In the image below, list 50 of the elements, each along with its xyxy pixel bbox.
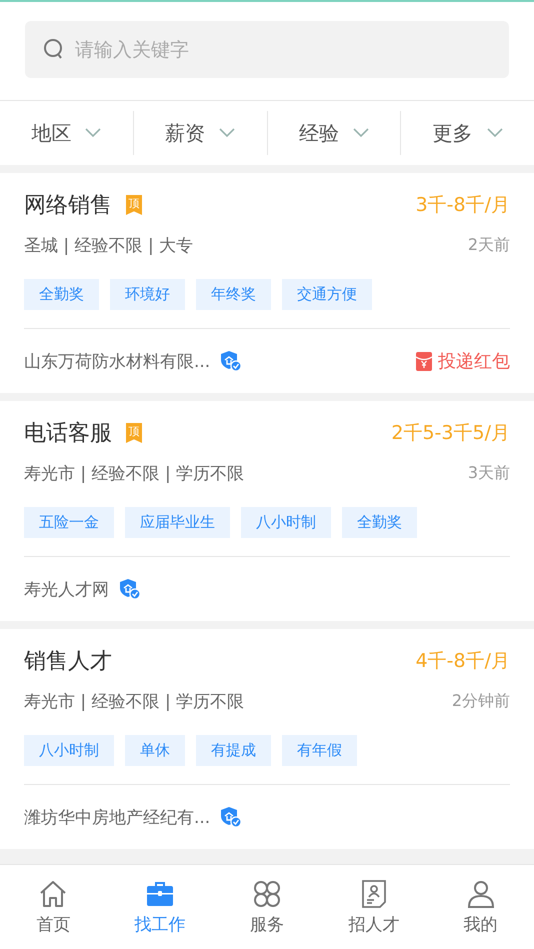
filter-dropdown[interactable]: 经验: [268, 111, 402, 155]
salary: 2千5-3千5/月: [391, 421, 510, 446]
nav-tab[interactable]: 服务: [214, 865, 320, 949]
post-time: 2分钟前: [452, 690, 510, 712]
company-name: 寿光人才网: [24, 578, 109, 600]
search-field[interactable]: 请输入关键字: [25, 21, 509, 78]
job-card[interactable]: 销售人才 4千-8千/月 寿光市 | 经验不限 | 学历不限 2分钟前 八小时制 单休 有提成 有年假 潍坊华中房地产经纪有...: [0, 629, 534, 849]
benefit-tag: 有年假: [282, 735, 357, 766]
person-icon: [466, 878, 496, 908]
filter-dropdown[interactable]: 薪资: [134, 111, 268, 155]
search-icon: [43, 38, 65, 60]
nav-tab[interactable]: 招人才: [320, 865, 428, 949]
nav-tab[interactable]: 首页: [0, 865, 107, 949]
post-time: 2天前: [468, 234, 510, 256]
post-time: 3天前: [468, 462, 510, 484]
benefit-tag: 全勤奖: [24, 279, 99, 310]
salary: 4千-8千/月: [416, 649, 510, 674]
job-card[interactable]: 电话客服 顶 2千5-3千5/月 寿光市 | 经验不限 | 学历不限 3天前 五险一金 应届毕业生 八小时制 全勤奖 寿光人才网: [0, 401, 534, 621]
envelope-icon: [416, 352, 432, 370]
job-title: 网络销售: [24, 192, 112, 220]
benefit-tag: 八小时制: [241, 507, 331, 538]
job-title: 电话客服: [24, 420, 112, 448]
benefit-tag: 年终奖: [196, 279, 271, 310]
job-meta: 寿光市 | 经验不限 | 学历不限: [24, 690, 244, 712]
salary: 3千-8千/月: [416, 193, 510, 218]
benefit-tag: 单休: [125, 735, 185, 766]
benefit-tag: 八小时制: [24, 735, 114, 766]
benefit-tag: 有提成: [196, 735, 271, 766]
top-badge: 顶: [126, 423, 142, 443]
company-name: 潍坊华中房地产经纪有...: [24, 806, 210, 828]
benefit-tag: 交通方便: [282, 279, 372, 310]
filter-dropdown[interactable]: 地区: [0, 111, 134, 155]
nav-tab[interactable]: 我的: [427, 865, 534, 949]
chevron-down-icon: [85, 128, 102, 138]
home-icon: [38, 878, 68, 908]
chevron-down-icon: [486, 128, 503, 138]
job-meta: 寿光市 | 经验不限 | 学历不限: [24, 462, 244, 484]
top-badge: 顶: [126, 195, 142, 215]
chevron-down-icon: [352, 128, 369, 138]
chevron-down-icon: [219, 128, 236, 138]
job-card[interactable]: 网络销售 顶 3千-8千/月 圣城 | 经验不限 | 大专 2天前 全勤奖 环境好 年终奖 交通方便 山东万荷防水材料有限... 投递红包: [0, 173, 534, 393]
clover-icon: [252, 878, 282, 908]
benefit-tag: 五险一金: [24, 507, 114, 538]
benefit-tag: 应届毕业生: [125, 507, 230, 538]
filter-dropdown[interactable]: 更多: [401, 111, 534, 155]
job-meta: 圣城 | 经验不限 | 大专: [24, 234, 194, 256]
benefit-tag: 全勤奖: [342, 507, 417, 538]
benefit-tag: 环境好: [110, 279, 185, 310]
job-title: 销售人才: [24, 648, 112, 676]
company-name: 山东万荷防水材料有限...: [24, 350, 210, 372]
